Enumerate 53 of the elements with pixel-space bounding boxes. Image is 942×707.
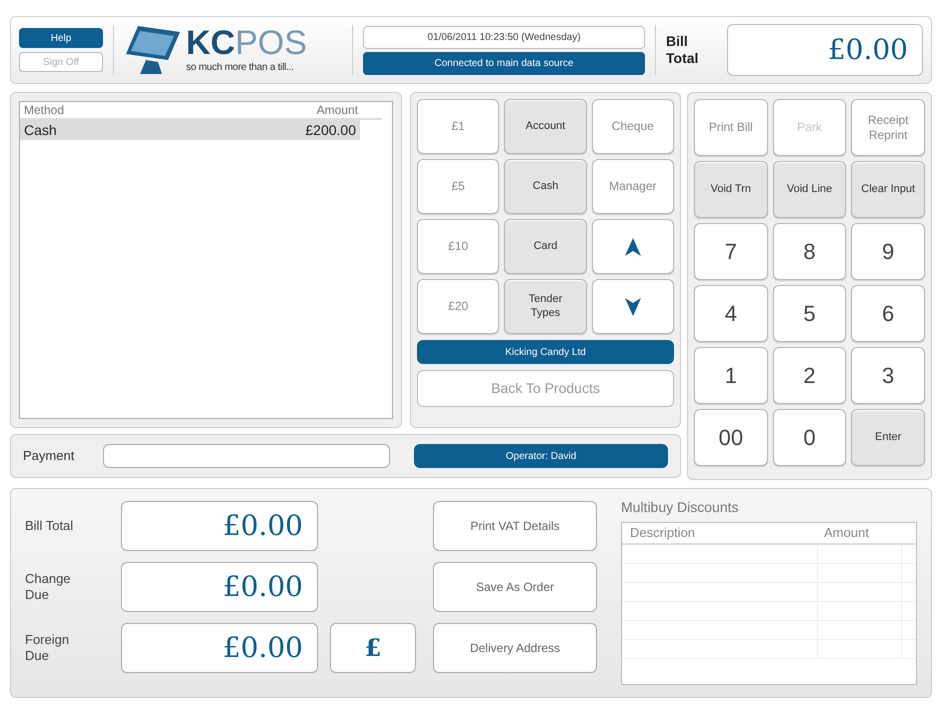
- arrow-button[interactable]: [592, 219, 674, 274]
- currency-button[interactable]: £: [330, 623, 416, 673]
- keypad-key[interactable]: 6: [851, 285, 925, 342]
- total-display: £0.00: [121, 501, 318, 551]
- total-display: £0.00: [121, 562, 318, 612]
- column-header: Amount: [824, 524, 869, 542]
- help-button[interactable]: Help: [19, 28, 103, 48]
- bill-total-display: £0.00: [727, 24, 923, 76]
- pos-button[interactable]: Clear Input: [851, 161, 925, 218]
- payment-input-field[interactable]: [102, 444, 390, 468]
- multibuy-title: Multibuy Discounts: [621, 498, 740, 517]
- keypad-key[interactable]: 1: [694, 347, 768, 404]
- total-label: Change Due: [25, 570, 72, 604]
- keypad-key[interactable]: 0: [772, 409, 846, 466]
- arrow-button[interactable]: [592, 279, 674, 334]
- column-header: Description: [630, 524, 696, 542]
- amount-cell-text: £200.00: [305, 120, 356, 140]
- payment-label: Payment: [23, 447, 76, 466]
- down-arrow-icon: [624, 298, 641, 316]
- action-button[interactable]: Print VAT Details: [433, 501, 597, 551]
- logo-tagline: so much more than a till...: [186, 60, 295, 74]
- keypad-key[interactable]: 00: [694, 409, 768, 466]
- operator-status: Operator: David: [414, 444, 668, 468]
- column-header: Amount: [316, 102, 359, 119]
- keypad-key[interactable]: 2: [772, 347, 846, 404]
- keypad-key[interactable]: 3: [851, 347, 925, 404]
- pos-button[interactable]: Void Line: [772, 161, 846, 218]
- keypad-key[interactable]: 7: [694, 223, 768, 280]
- datetime-display: 01/06/2011 10:23:50 (Wednesday): [363, 26, 645, 48]
- logo-wordmark: KCPOS: [186, 26, 307, 60]
- payment-row[interactable]: Cash £200.00: [20, 120, 360, 140]
- keypad-key[interactable]: 9: [851, 223, 925, 280]
- pos-button[interactable]: Account: [504, 99, 587, 154]
- pos-button[interactable]: Enter: [851, 409, 925, 466]
- company-name: Kicking Candy Ltd: [417, 340, 674, 364]
- total-label: Bill Total: [25, 518, 74, 534]
- terminal-icon: [124, 24, 182, 76]
- total-label: Foreign Due: [25, 632, 70, 664]
- up-arrow-icon: [624, 238, 641, 256]
- action-button[interactable]: Delivery Address: [433, 623, 597, 673]
- connection-status: Connected to main data source: [363, 52, 645, 74]
- total-display: £0.00: [121, 623, 318, 673]
- pos-button[interactable]: Tender Types: [504, 279, 587, 334]
- action-button[interactable]: Save As Order: [433, 562, 597, 612]
- column-header: Method: [24, 102, 64, 119]
- pos-button[interactable]: Card: [504, 219, 587, 274]
- method-cell-text: Cash: [24, 120, 57, 140]
- keypad-key[interactable]: 4: [694, 285, 768, 342]
- pos-button[interactable]: Cash: [504, 159, 587, 214]
- bill-total-label: Bill Total: [666, 32, 700, 68]
- keypad-key[interactable]: 5: [772, 285, 846, 342]
- pos-button[interactable]: Void Trn: [694, 161, 768, 218]
- keypad-key[interactable]: 8: [772, 223, 846, 280]
